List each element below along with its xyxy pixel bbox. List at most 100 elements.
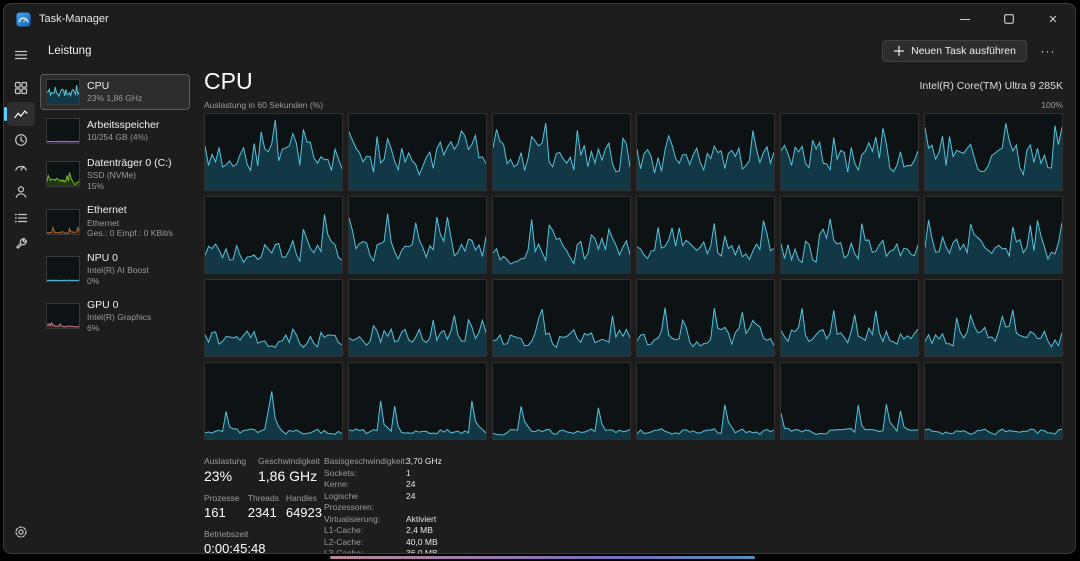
sidebar-item-sub2: 15% (87, 181, 172, 192)
sidebar-mini-chart (46, 256, 80, 282)
core-chart (636, 196, 775, 274)
nav-app-history[interactable] (7, 128, 35, 152)
core-chart (204, 113, 343, 191)
menu-button[interactable] (7, 43, 35, 67)
spec-label: L3-Cache: (324, 548, 406, 554)
gear-icon (13, 524, 29, 540)
sidebar-item-label: Datenträger 0 (C:) (87, 157, 172, 170)
window-title: Task-Manager (39, 13, 109, 25)
cpu-model: Intel(R) Core(TM) Ultra 9 285K (919, 80, 1063, 92)
sidebar-item-sub2: Ges.: 0 Empf.: 0 KBit/s (87, 228, 173, 239)
core-chart (636, 279, 775, 357)
spec-label: L2-Cache: (324, 537, 406, 549)
core-chart (780, 113, 919, 191)
stat-label: Auslastung (204, 456, 258, 466)
core-chart (924, 113, 1063, 191)
core-charts-grid (204, 113, 1063, 440)
core-chart (492, 362, 631, 440)
startup-apps-icon (13, 158, 29, 174)
sidebar-item-sub: Intel(R) AI Boost (87, 265, 149, 276)
core-chart (204, 279, 343, 357)
nav-users[interactable] (7, 180, 35, 204)
sidebar-item-npu[interactable]: NPU 0 Intel(R) AI Boost 0% (40, 247, 190, 291)
stat-value: 161 (204, 505, 248, 520)
stat-value: 23% (204, 468, 258, 484)
stat-value: 2341 (248, 505, 286, 520)
core-chart (780, 196, 919, 274)
sidebar-item-sub: Ethernet (87, 218, 173, 229)
chart-caption: Auslastung in 60 Sekunden (%) (204, 100, 323, 110)
core-chart (348, 196, 487, 274)
sidebar-item-disk[interactable]: Datenträger 0 (C:) SSD (NVMe) 15% (40, 152, 190, 196)
spec-value: 2,4 MB (406, 525, 433, 537)
task-manager-app-icon (16, 12, 31, 27)
task-manager-window: Task-Manager ✕ (3, 3, 1076, 554)
more-icon: ··· (1041, 44, 1056, 58)
core-chart (348, 279, 487, 357)
core-chart (636, 113, 775, 191)
details-icon (13, 210, 29, 226)
spec-label: Virtualisierung: (324, 514, 406, 526)
core-chart (924, 362, 1063, 440)
core-chart (924, 279, 1063, 357)
hamburger-icon (13, 47, 29, 63)
nav-processes[interactable] (7, 76, 35, 100)
spec-label: Basisgeschwindigkeit: (324, 456, 406, 468)
cpu-stats: Auslastung 23% Geschwindigkeit 1,86 GHz … (204, 456, 1063, 554)
nav-details[interactable] (7, 206, 35, 230)
core-chart (492, 196, 631, 274)
sidebar-item-label: CPU (87, 80, 142, 93)
settings-button[interactable] (7, 520, 35, 544)
users-icon (13, 184, 29, 200)
sidebar-item-memory[interactable]: Arbeitsspeicher 10/254 GB (4%) (40, 113, 190, 149)
app-history-icon (13, 132, 29, 148)
performance-sidebar: CPU 23% 1,86 GHz Arbeitsspeicher 10/254 … (40, 74, 190, 342)
performance-icon (13, 106, 29, 122)
minimize-icon (960, 19, 970, 20)
run-new-task-button[interactable]: Neuen Task ausführen (882, 40, 1027, 62)
nav-services[interactable] (7, 232, 35, 256)
sidebar-item-sub: Intel(R) Graphics (87, 312, 151, 323)
stat-value: 1,86 GHz (258, 468, 320, 484)
spec-value: 40,0 MB (406, 537, 438, 549)
core-chart (780, 279, 919, 357)
stat-label: Prozesse (204, 493, 248, 503)
new-task-icon (893, 45, 905, 57)
services-icon (13, 236, 29, 252)
minimize-button[interactable] (943, 4, 987, 34)
core-chart (924, 196, 1063, 274)
spec-label: L1-Cache: (324, 525, 406, 537)
sidebar-item-sub: 10/254 GB (4%) (87, 132, 159, 143)
sidebar-mini-chart (46, 118, 80, 144)
close-icon: ✕ (1048, 13, 1057, 26)
maximize-button[interactable] (987, 4, 1031, 34)
titlebar[interactable]: Task-Manager ✕ (4, 4, 1075, 34)
sidebar-item-label: GPU 0 (87, 299, 151, 312)
spec-label: Logische Prozessoren: (324, 491, 406, 514)
sidebar-item-ethernet[interactable]: Ethernet Ethernet Ges.: 0 Empf.: 0 KBit/… (40, 199, 190, 243)
more-options-button[interactable]: ··· (1035, 40, 1061, 62)
cpu-panel: CPU Intel(R) Core(TM) Ultra 9 285K Ausla… (204, 68, 1063, 554)
core-chart (492, 279, 631, 357)
cpu-specs: Basisgeschwindigkeit:3,70 GHz Sockets:1 … (324, 456, 442, 554)
spec-value: 24 (406, 479, 415, 491)
sidebar-item-label: Arbeitsspeicher (87, 119, 159, 132)
processes-icon (13, 80, 29, 96)
stat-label: Threads (248, 493, 286, 503)
sidebar-mini-chart (46, 209, 80, 235)
spec-label: Sockets: (324, 468, 406, 480)
spec-value: 3,70 GHz (406, 456, 442, 468)
core-chart (492, 113, 631, 191)
sidebar-item-label: Ethernet (87, 204, 173, 217)
sidebar-item-label: NPU 0 (87, 252, 149, 265)
sidebar-item-cpu[interactable]: CPU 23% 1,86 GHz (40, 74, 190, 110)
close-button[interactable]: ✕ (1031, 4, 1075, 34)
navigation-rail (4, 34, 38, 553)
nav-startup-apps[interactable] (7, 154, 35, 178)
sidebar-item-gpu[interactable]: GPU 0 Intel(R) Graphics 6% (40, 294, 190, 338)
sidebar-item-sub2: 0% (87, 276, 149, 287)
spec-value: Aktiviert (406, 514, 436, 526)
page-header: Leistung Neuen Task ausführen ··· (38, 34, 1075, 68)
nav-performance[interactable] (7, 102, 35, 126)
desktop-accent-strip (330, 556, 755, 559)
